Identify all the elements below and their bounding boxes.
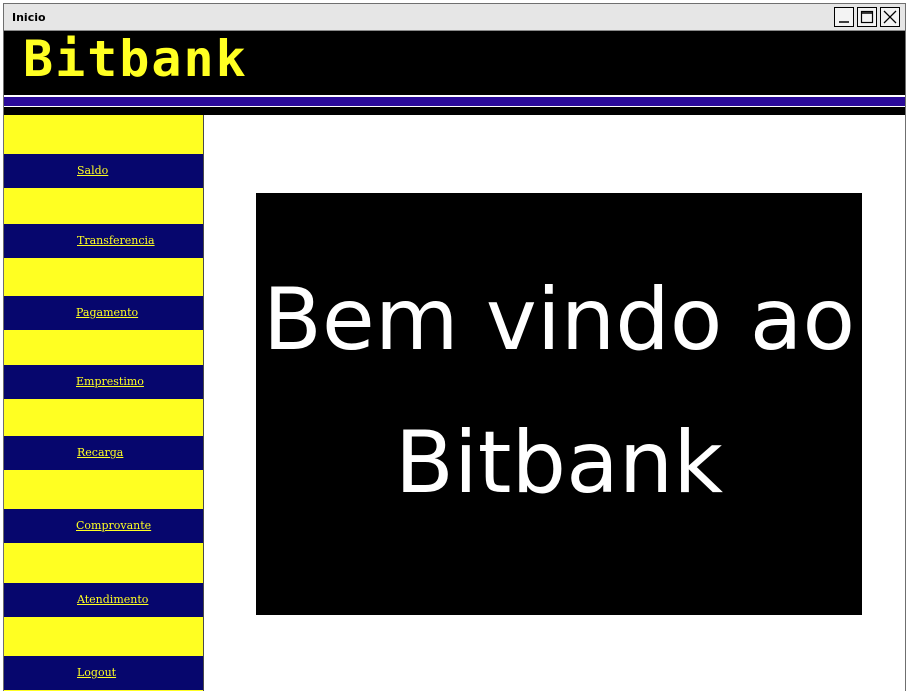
sidebar-link-atendimento[interactable]: Atendimento (77, 593, 148, 606)
close-icon (883, 10, 897, 24)
sidebar-link-pagamento[interactable]: Pagamento (76, 306, 138, 319)
sidebar-nav: Saldo Transferencia Pagamento Emprestimo… (4, 115, 203, 691)
sidebar-item-recarga[interactable]: Recarga (4, 436, 203, 470)
sidebar-link-logout[interactable]: Logout (77, 666, 116, 679)
app-header: Bitbank (4, 31, 905, 95)
welcome-banner: Bem vindo ao Bitbank (256, 193, 862, 615)
sidebar-item-comprovante[interactable]: Comprovante (4, 509, 203, 543)
header-divider (4, 107, 905, 115)
sidebar-link-emprestimo[interactable]: Emprestimo (76, 375, 144, 388)
header-accent-bar (4, 95, 905, 107)
minimize-icon (839, 21, 849, 23)
maximize-button[interactable] (857, 7, 877, 27)
sidebar-link-comprovante[interactable]: Comprovante (76, 519, 151, 532)
maximize-icon (860, 10, 874, 24)
close-button[interactable] (880, 7, 900, 27)
welcome-line-1: Bem vindo ao (262, 270, 856, 370)
sidebar-link-recarga[interactable]: Recarga (77, 446, 123, 459)
sidebar-item-emprestimo[interactable]: Emprestimo (4, 365, 203, 399)
sidebar-item-logout[interactable]: Logout (4, 656, 203, 690)
sidebar-link-saldo[interactable]: Saldo (77, 164, 108, 177)
brand-logo: Bitbank (23, 30, 248, 88)
window-title: Inicio (12, 11, 46, 24)
app-window: Inicio Bitbank Saldo Transferencia Pagam… (3, 3, 906, 691)
sidebar-item-transferencia[interactable]: Transferencia (4, 224, 203, 258)
sidebar-link-transferencia[interactable]: Transferencia (77, 234, 155, 247)
welcome-line-2: Bitbank (394, 413, 724, 513)
main-content: Bem vindo ao Bitbank (203, 115, 905, 691)
sidebar-item-pagamento[interactable]: Pagamento (4, 296, 203, 330)
title-bar[interactable]: Inicio (4, 4, 905, 31)
minimize-button[interactable] (834, 7, 854, 27)
sidebar-item-saldo[interactable]: Saldo (4, 154, 203, 188)
sidebar-item-atendimento[interactable]: Atendimento (4, 583, 203, 617)
